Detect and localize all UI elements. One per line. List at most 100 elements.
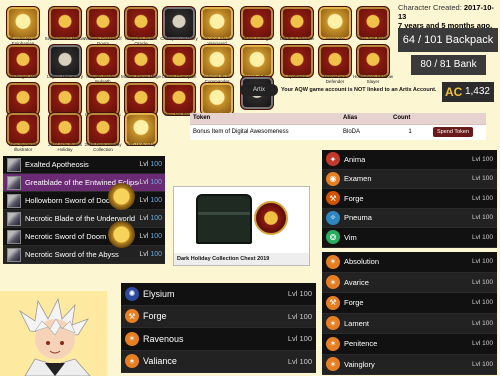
sword-icon <box>7 211 21 226</box>
artix-link-notice: Artix Your AQW game account is NOT linke… <box>240 84 440 96</box>
list-item[interactable]: ⚒ Forge Lvl 100 <box>322 293 497 314</box>
level-value: 100 <box>150 233 162 240</box>
badge-label: 10th Unholiday <box>125 142 157 147</box>
list-item[interactable]: ✶ Lament Lvl 100 <box>322 313 497 334</box>
level-label: Lvl <box>139 197 151 204</box>
badge-icon[interactable] <box>48 82 82 116</box>
badge-icon[interactable] <box>48 6 82 40</box>
badge-icon[interactable] <box>200 6 234 40</box>
forge-icon: ⚒ <box>326 295 340 310</box>
weapon-level: Lvl 100 <box>139 215 165 222</box>
badge-icon[interactable] <box>124 6 158 40</box>
badge-label: Legion Mercenary <box>46 74 84 79</box>
penitence-icon: ✶ <box>326 336 340 351</box>
badge-icon[interactable] <box>200 44 234 78</box>
weapon-level: Lvl 100 <box>139 251 165 258</box>
badge-icon[interactable] <box>86 6 120 40</box>
class-list: ✺ Elysium Lvl 100 ⚒ Forge Lvl 100 ✶ Ravenous Lvl… <box>121 283 316 373</box>
badge-icon[interactable] <box>6 82 40 116</box>
backpack-count: 64 / 101 Backpack <box>398 28 498 52</box>
token-table: Token Alias Count Bonus Item of Digital … <box>190 113 486 140</box>
badge-icon[interactable] <box>162 82 196 116</box>
badge-icon[interactable] <box>124 44 158 78</box>
spend-token-button[interactable]: Spend Token <box>433 127 474 138</box>
badge-icon[interactable] <box>162 6 196 40</box>
badge-icon[interactable] <box>6 112 40 146</box>
badge-icon[interactable] <box>280 6 314 40</box>
badge-icon[interactable] <box>356 44 390 78</box>
list-item[interactable]: ✶ Ravenous Lvl 100 <box>121 328 316 351</box>
item-name: Lament <box>344 318 370 328</box>
list-item[interactable]: Necrotic Blade of the Underworld Lvl 100 <box>3 210 165 228</box>
badge-icon[interactable] <box>162 44 196 78</box>
level-label: Lvl <box>139 233 151 240</box>
badge-icon[interactable] <box>86 82 120 116</box>
list-item[interactable]: Necrotic Sword of Doom Lvl 100 <box>3 228 165 246</box>
badge-icon[interactable] <box>318 6 352 40</box>
item-name: Absolution <box>344 257 380 267</box>
badge-label: Harbinger Hall <box>8 74 38 79</box>
created-label: Character Created: <box>398 3 462 12</box>
badge-icon[interactable] <box>48 44 82 78</box>
item-name: Forge <box>344 298 364 308</box>
weapon-name: Exalted Apotheosis <box>25 160 89 169</box>
list-item[interactable]: ✧ Pneuma Lvl 100 <box>322 208 497 228</box>
character-avatar <box>0 291 107 376</box>
list-item[interactable]: Hollowborn Sword of Doom Lvl 100 <box>3 192 165 210</box>
badge-icon[interactable] <box>240 44 274 78</box>
list-item[interactable]: Necrotic Sword of the Abyss Lvl 100 <box>3 246 165 264</box>
list-item[interactable]: ❂ Vim Lvl 100 <box>322 228 497 248</box>
list-item[interactable]: ✶ Absolution Lvl 100 <box>322 252 497 273</box>
item-name: Pneuma <box>344 213 372 223</box>
badge-icon[interactable] <box>86 112 120 146</box>
sword-icon <box>7 229 21 244</box>
badge-icon[interactable] <box>200 82 234 116</box>
item-level: Lvl 100 <box>287 334 312 344</box>
badge-label: 2024 Artix Points Holiday <box>48 142 82 152</box>
list-item[interactable]: ✶ Valiance Lvl 100 <box>121 350 316 373</box>
lore-list: ✶ Absolution Lvl 100 ✶ Avarice Lvl 100 ⚒ Forge L… <box>322 252 497 375</box>
badge-icon[interactable] <box>124 82 158 116</box>
table-row: Bonus Item of Digital Awesomeness BloDA … <box>190 123 486 140</box>
valiance-icon: ✶ <box>125 354 139 369</box>
badge-label: Chaos Champion <box>161 74 197 79</box>
badge-label: Hollowborn Defender <box>323 74 347 84</box>
header-alias: Alias <box>340 113 390 124</box>
list-item[interactable]: ✶ Penitence Lvl 100 <box>322 334 497 355</box>
badge-icon[interactable] <box>6 6 40 40</box>
item-name: Examen <box>344 174 372 184</box>
list-item[interactable]: ◉ Examen Lvl 100 <box>322 169 497 189</box>
badge-icon[interactable] <box>6 44 40 78</box>
item-level: Lvl 100 <box>472 175 493 183</box>
weapon-list: Exalted Apotheosis Lvl 100 Greatblade of t… <box>3 156 165 264</box>
item-level: Lvl 100 <box>472 194 493 202</box>
avarice-icon: ✶ <box>326 275 340 290</box>
list-item[interactable]: ✶ Vainglory Lvl 100 <box>322 354 497 375</box>
weapon-name: Necrotic Sword of the Abyss <box>25 250 119 259</box>
level-value: 100 <box>150 197 162 204</box>
bank-count: 80 / 81 Bank <box>411 55 486 75</box>
list-item[interactable]: Greatblade of the Entwined Eclipse Lvl 10… <box>3 174 165 192</box>
list-item[interactable]: Exalted Apotheosis Lvl 100 <box>3 156 165 174</box>
badge-label: Awesome <box>325 36 345 41</box>
weapon-level: Lvl 100 <box>139 179 165 186</box>
list-item[interactable]: ⚒ Forge Lvl 100 <box>121 305 316 328</box>
item-name: Vainglory <box>344 359 375 369</box>
ac-coin-icon: AC <box>445 85 463 99</box>
badge-icon[interactable] <box>86 44 120 78</box>
collection-chest-card[interactable]: Dark Holiday Collection Chest 2019 <box>173 186 310 266</box>
badge-icon[interactable] <box>124 112 158 146</box>
list-item[interactable]: ✺ Elysium Lvl 100 <box>121 283 316 306</box>
badge-icon[interactable] <box>240 6 274 40</box>
list-item[interactable]: ⚒ Forge Lvl 100 <box>322 189 497 209</box>
chest-caption: Dark Holiday Collection Chest 2019 <box>174 253 309 265</box>
list-item[interactable]: ✦ Anima Lvl 100 <box>322 150 497 170</box>
badge-icon[interactable] <box>48 112 82 146</box>
badge-icon[interactable] <box>356 6 390 40</box>
list-item[interactable]: ✶ Avarice Lvl 100 <box>322 272 497 293</box>
forge-icon: ⚒ <box>326 191 340 206</box>
badge-icon[interactable] <box>280 44 314 78</box>
badge-icon[interactable] <box>318 44 352 78</box>
account-info: Character Created: 2017-10-13 7 years an… <box>398 3 498 30</box>
collection-coin-icon <box>108 183 135 210</box>
